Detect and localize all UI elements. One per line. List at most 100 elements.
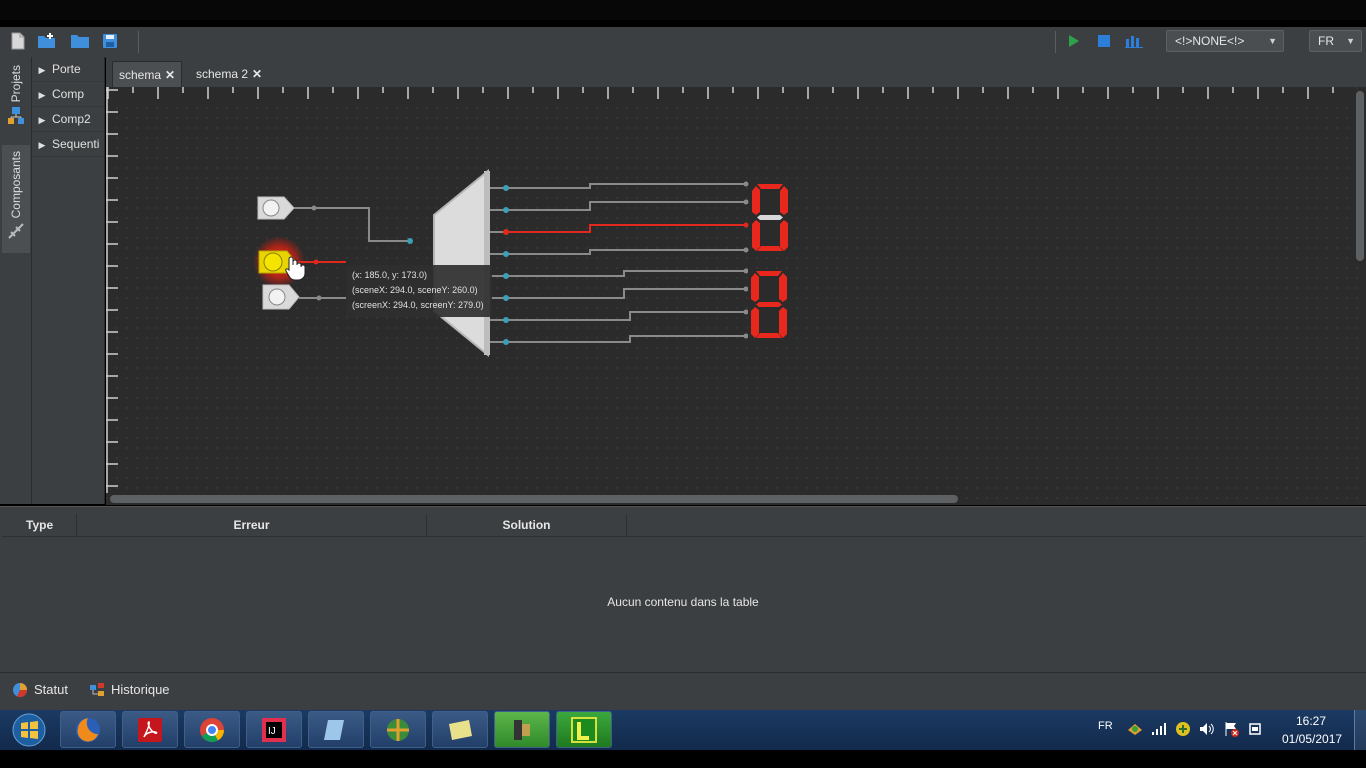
new-folder-icon: [38, 33, 55, 48]
simulation-combo[interactable]: <!>NONE<!> ▼: [1166, 30, 1284, 52]
tab-label: Statut: [34, 682, 68, 697]
history-icon: [90, 683, 104, 696]
language-indicator[interactable]: FR: [1098, 720, 1113, 732]
column-header-solution[interactable]: Solution: [427, 514, 627, 536]
coordinate-tooltip: (x: 185.0, y: 173.0) (sceneX: 294.0, sce…: [346, 265, 492, 317]
new-project-button[interactable]: [37, 31, 57, 51]
status-bar: Statut Historique: [0, 672, 1366, 711]
input-pin: [407, 238, 413, 244]
tab-statut[interactable]: Statut: [12, 679, 68, 701]
expand-arrow-icon: ▶: [38, 140, 46, 150]
horizontal-scrollbar[interactable]: [110, 495, 958, 503]
taskbar-logisim[interactable]: [556, 711, 612, 748]
column-header-type[interactable]: Type: [2, 514, 77, 536]
new-file-button[interactable]: [8, 31, 28, 51]
start-button[interactable]: [2, 711, 56, 749]
clock-date[interactable]: 01/05/2017: [1282, 732, 1342, 746]
tab-label: schema 2: [196, 67, 249, 81]
taskbar-firefox[interactable]: [60, 711, 116, 748]
wire-joint: [311, 205, 317, 211]
tab-schema-2[interactable]: schema 2 ✕: [190, 61, 268, 87]
empty-table-message: Aucun contenu dans la table: [607, 595, 759, 609]
stop-icon: [1098, 35, 1110, 47]
vertical-scrollbar[interactable]: [1356, 91, 1364, 261]
tree-item-label: Porte: [52, 62, 81, 76]
tree-item-label: Comp: [52, 87, 85, 101]
taskbar-network[interactable]: [370, 711, 426, 748]
chart-button[interactable]: [1124, 31, 1144, 51]
show-desktop-button[interactable]: [1354, 710, 1366, 750]
side-tab-strip: Projets Composants: [0, 57, 32, 504]
power-icon[interactable]: [1247, 721, 1263, 737]
stop-button[interactable]: [1094, 31, 1114, 51]
chevron-down-icon: ▼: [1268, 36, 1277, 46]
security-icon[interactable]: [1175, 721, 1191, 737]
taskbar-tool[interactable]: [494, 711, 550, 748]
expand-arrow-icon: ▶: [38, 65, 46, 75]
chrome-icon: [200, 717, 224, 742]
logisim-icon: [571, 716, 597, 743]
run-button[interactable]: [1063, 31, 1083, 51]
windows-start-icon: [12, 713, 46, 747]
expand-arrow-icon: ▶: [38, 115, 46, 125]
tooltip-line-3: (screenX: 294.0, screenY: 279.0): [352, 300, 484, 310]
tab-label: schema: [119, 68, 162, 82]
clock-time[interactable]: 16:27: [1296, 714, 1326, 728]
tree-item-comp[interactable]: ▶ Comp: [32, 82, 104, 107]
volume-icon[interactable]: [1199, 722, 1215, 736]
signal-icon[interactable]: [1151, 722, 1167, 736]
expand-arrow-icon: ▶: [38, 90, 46, 100]
tree-item-sequentiel[interactable]: ▶ Sequenti: [32, 132, 104, 157]
taskbar-chrome[interactable]: [184, 711, 240, 748]
tab-projets[interactable]: Projets: [2, 65, 30, 143]
top-ruler: [106, 87, 1351, 99]
close-icon[interactable]: ✕: [252, 67, 262, 81]
play-icon: [1069, 35, 1079, 47]
chevron-down-icon: ▼: [1346, 36, 1355, 46]
project-icon: [8, 107, 24, 125]
firefox-icon: [76, 717, 100, 742]
windows-taskbar: IJ FR 16:27 01/05/2017: [0, 710, 1366, 750]
tooltip-line-2: (sceneX: 294.0, sceneY: 260.0): [352, 285, 478, 295]
schema-canvas[interactable]: (x: 185.0, y: 173.0) (sceneX: 294.0, sce…: [106, 87, 1366, 505]
folder-icon: [71, 35, 89, 48]
tab-composants[interactable]: Composants: [2, 145, 30, 253]
action-center-icon[interactable]: [1223, 721, 1239, 737]
tab-composants-label: Composants: [9, 151, 23, 219]
tooltip-line-1: (x: 185.0, y: 173.0): [352, 270, 427, 280]
open-folder-button[interactable]: [70, 31, 90, 51]
circuit-svg[interactable]: (x: 185.0, y: 173.0) (sceneX: 294.0, sce…: [106, 87, 1366, 505]
tree-item-label: Comp2: [52, 112, 91, 126]
taskbar-acrobat[interactable]: [122, 711, 178, 748]
tree-item-label: Sequenti: [52, 137, 100, 151]
tree-item-comp2[interactable]: ▶ Comp2: [32, 107, 104, 132]
taskbar-intellij[interactable]: IJ: [246, 711, 302, 748]
acrobat-icon: [138, 717, 162, 742]
network-icon: [387, 718, 409, 741]
seven-segment-display[interactable]: [748, 269, 790, 341]
toolbar-separator: [1055, 31, 1056, 53]
editor-tab-bar: schema ✕ schema 2 ✕: [106, 57, 1366, 88]
header-divider: [2, 536, 1364, 537]
simulation-combo-value: <!>NONE<!>: [1175, 34, 1245, 48]
column-header-erreur[interactable]: Erreur: [77, 514, 427, 536]
wire-joint: [313, 259, 319, 265]
tab-schema[interactable]: schema ✕: [112, 61, 183, 88]
save-button[interactable]: [100, 31, 120, 51]
sticky-notes-icon: [449, 719, 472, 740]
tab-projets-label: Projets: [9, 65, 23, 103]
tree-item-porte[interactable]: ▶ Porte: [32, 57, 104, 82]
network-tray-icon[interactable]: [1127, 722, 1143, 736]
language-combo-value: FR: [1318, 34, 1334, 48]
tab-historique[interactable]: Historique: [89, 679, 170, 701]
close-icon[interactable]: ✕: [165, 68, 175, 82]
component-tree: ▶ Porte ▶ Comp ▶ Comp2 ▶ Sequenti: [32, 57, 105, 504]
wire-joint: [316, 295, 322, 301]
taskbar-sticky-notes[interactable]: [432, 711, 488, 748]
language-combo[interactable]: FR ▼: [1309, 30, 1362, 52]
main-toolbar: <!>NONE<!> ▼ FR ▼: [0, 27, 1366, 58]
seven-segment-display[interactable]: [749, 182, 791, 254]
bar-chart-icon: [1125, 36, 1143, 48]
error-table: Type Erreur Solution Aucun contenu dans …: [0, 506, 1366, 673]
taskbar-notepad[interactable]: [308, 711, 364, 748]
